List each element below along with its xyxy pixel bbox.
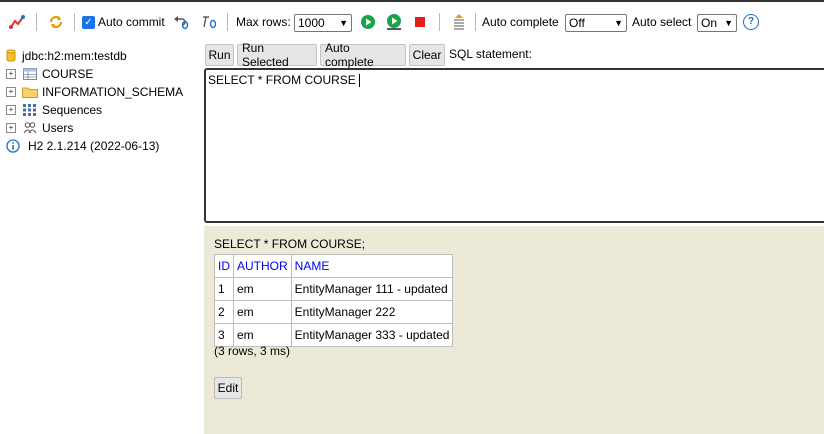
table-cell: EntityManager 222 [290, 300, 454, 324]
column-header[interactable]: NAME [290, 254, 454, 278]
text-caret [358, 74, 360, 88]
stop-icon[interactable] [413, 12, 427, 32]
column-header[interactable]: ID [214, 254, 234, 278]
expand-icon[interactable]: + [6, 69, 16, 79]
help-glyph: ? [743, 14, 759, 30]
connection-label: jdbc:h2:mem:testdb [22, 49, 127, 63]
tree-item-label: COURSE [42, 67, 94, 81]
auto-complete-label: Auto complete [482, 15, 559, 29]
tree-version: H2 2.1.214 (2022-06-13) [6, 138, 159, 154]
disconnect-icon[interactable] [8, 12, 26, 32]
run-selected-icon[interactable] [385, 12, 403, 32]
auto-complete-value: Off [569, 16, 585, 30]
auto-commit-toggle[interactable]: ✓ Auto commit [82, 12, 165, 32]
table-cell: 1 [214, 277, 234, 301]
expand-icon[interactable]: + [6, 87, 16, 97]
max-rows-group: Max rows: [236, 12, 291, 32]
max-rows-value: 1000 [298, 16, 325, 30]
table-row: 1 em EntityManager 111 - updated [214, 277, 454, 301]
max-rows-label: Max rows: [236, 15, 291, 29]
auto-commit-checkbox[interactable]: ✓ [82, 15, 95, 29]
auto-select-value: On [701, 16, 718, 30]
auto-complete-select[interactable]: Off ▼ [565, 14, 627, 32]
chevron-down-icon: ▼ [724, 18, 733, 28]
result-panel: SELECT * FROM COURSE; ID AUTHOR NAME 1 e… [204, 226, 824, 434]
expand-icon[interactable]: + [6, 105, 16, 115]
sql-editor-text: SELECT * FROM COURSE [208, 73, 356, 87]
row-count: (3 rows, 3 ms) [214, 344, 291, 358]
column-header[interactable]: AUTHOR [233, 254, 292, 278]
run-selected-button[interactable]: Run Selected [237, 41, 317, 69]
history-icon[interactable] [451, 12, 467, 32]
table-cell: EntityManager 333 - updated [290, 323, 454, 347]
table-icon [22, 67, 38, 81]
version-label: H2 2.1.214 (2022-06-13) [28, 139, 160, 153]
info-icon [6, 139, 24, 153]
clear-button[interactable]: Clear [409, 44, 445, 66]
sequences-icon [22, 103, 38, 117]
table-header-row: ID AUTHOR NAME [214, 254, 454, 278]
expand-icon[interactable]: + [6, 123, 16, 133]
toolbar-divider [439, 13, 440, 31]
auto-complete-group: Auto complete [482, 12, 559, 32]
toolbar-divider [36, 13, 37, 31]
toolbar-divider [227, 13, 228, 31]
auto-select-label: Auto select [632, 15, 692, 29]
table-cell: em [233, 277, 292, 301]
toolbar-divider [74, 13, 75, 31]
auto-select-group: Auto select [632, 12, 691, 32]
help-icon[interactable]: ? [743, 12, 759, 32]
run-icon[interactable] [360, 12, 376, 32]
rollback-icon[interactable] [171, 12, 189, 32]
tree-item-information-schema[interactable]: + INFORMATION_SCHEMA [6, 84, 183, 100]
result-table: ID AUTHOR NAME 1 em EntityManager 111 - … [214, 254, 454, 347]
tree-connection[interactable]: jdbc:h2:mem:testdb [6, 48, 127, 64]
sql-editor[interactable]: SELECT * FROM COURSE [204, 68, 824, 223]
tree-item-sequences[interactable]: + Sequences [6, 102, 102, 118]
sql-statement-label: SQL statement: [449, 47, 532, 61]
tree-item-label: Users [42, 121, 74, 135]
max-rows-select[interactable]: 1000 ▼ [294, 14, 352, 32]
edit-button[interactable]: Edit [214, 377, 242, 399]
tree-item-label: INFORMATION_SCHEMA [42, 85, 184, 99]
users-icon [22, 121, 38, 135]
auto-commit-label: Auto commit [98, 15, 165, 29]
commit-icon[interactable] [200, 12, 218, 32]
tree-item-course[interactable]: + COURSE [6, 66, 93, 82]
table-cell: 2 [214, 300, 234, 324]
table-row: 2 em EntityManager 222 [214, 300, 454, 324]
tree-item-label: Sequences [42, 103, 103, 117]
auto-select-select[interactable]: On ▼ [697, 14, 737, 32]
run-button[interactable]: Run [205, 44, 234, 66]
result-statement: SELECT * FROM COURSE; [214, 237, 366, 251]
toolbar: ✓ Auto commit Max rows: 1000 ▼ Auto comp… [0, 0, 824, 40]
chevron-down-icon: ▼ [614, 18, 623, 28]
table-cell: EntityManager 111 - updated [290, 277, 454, 301]
chevron-down-icon: ▼ [339, 18, 348, 28]
tree-item-users[interactable]: + Users [6, 120, 73, 136]
table-cell: em [233, 300, 292, 324]
database-icon [6, 49, 18, 63]
refresh-icon[interactable] [47, 12, 65, 32]
toolbar-divider [475, 13, 476, 31]
folder-icon [22, 85, 38, 99]
auto-complete-button[interactable]: Auto complete [320, 41, 406, 69]
